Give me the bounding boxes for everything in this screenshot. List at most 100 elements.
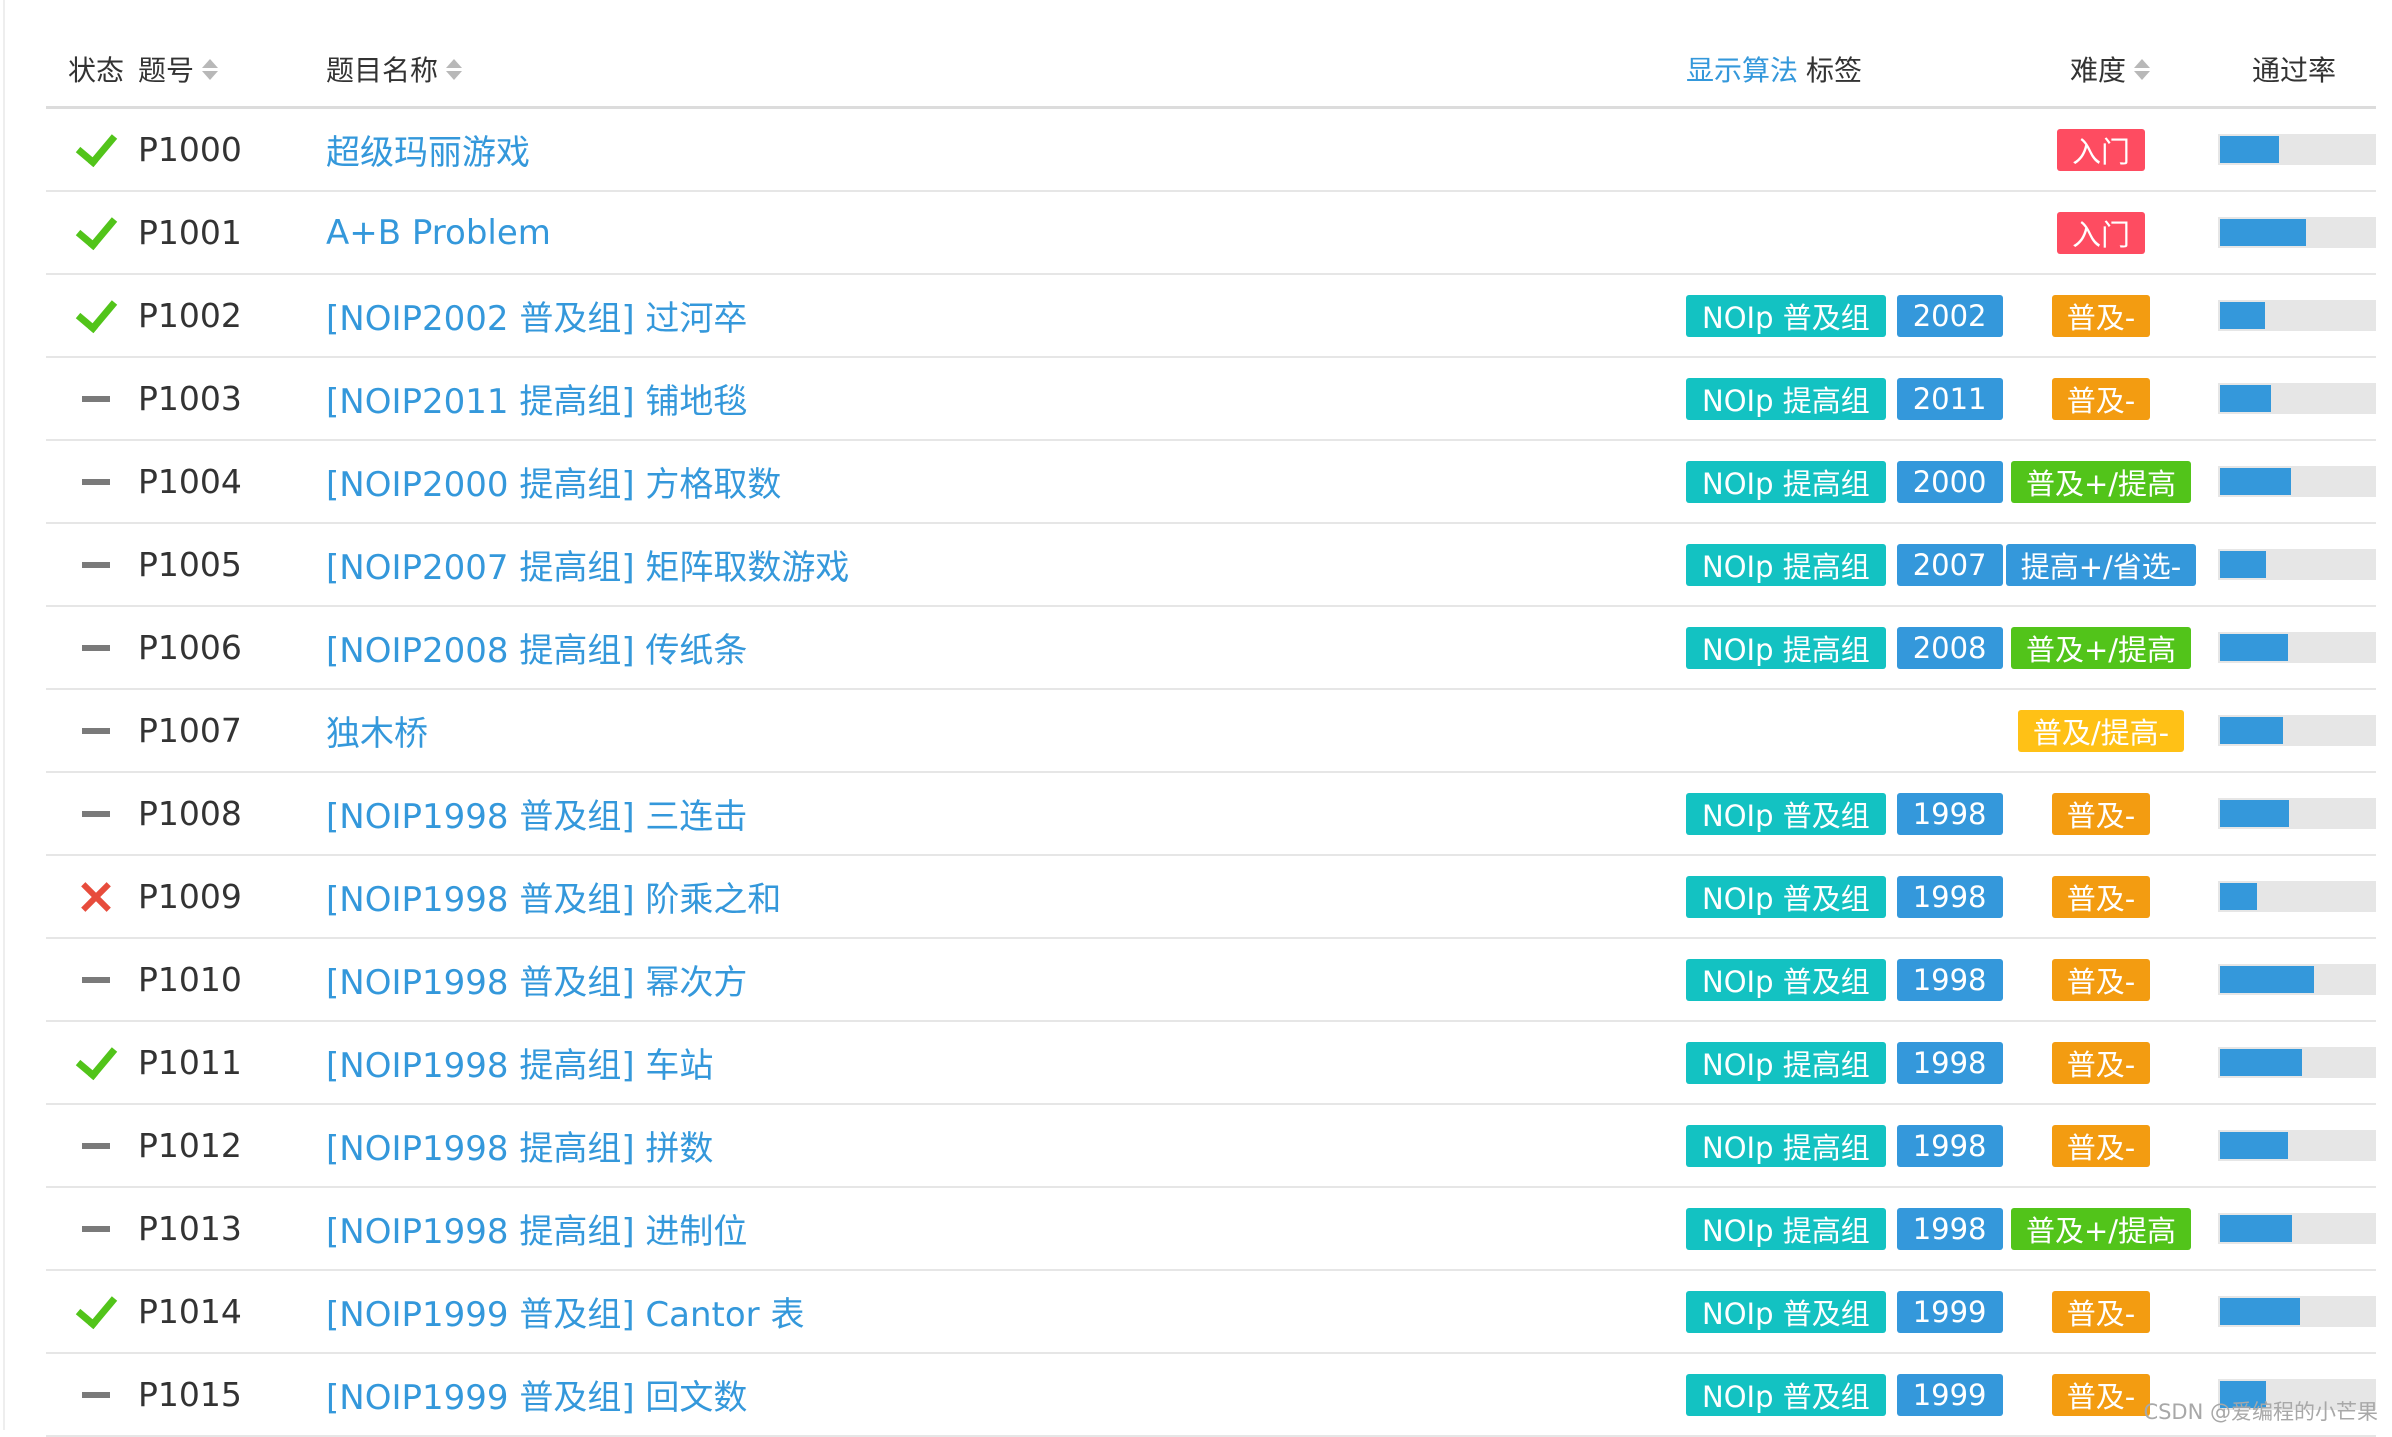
difficulty-badge[interactable]: 提高+/省选-: [2005, 543, 2197, 586]
difficulty-badge[interactable]: 普及-: [2051, 294, 2151, 337]
difficulty-badge[interactable]: 普及-: [2051, 875, 2151, 918]
problem-id: P1009: [138, 877, 242, 916]
pass-rate-fill: [2220, 302, 2265, 329]
pass-rate-bar: [2218, 549, 2376, 580]
header-tags-label: 标签: [1806, 54, 1863, 87]
problem-table: 状态 题号 题目名称 显示算法 标签 难度 通过率 P1000 超级玛丽游戏 入…: [46, 32, 2376, 1437]
table-row: P1004 [NOIP2000 提高组] 方格取数 NOIp 提高组 2000 普…: [46, 441, 2376, 524]
year-tag[interactable]: 1998: [1896, 1207, 2003, 1250]
pass-rate-fill: [2220, 1132, 2288, 1159]
dash-icon: [82, 810, 110, 817]
source-tag[interactable]: NOIp 普及组: [1686, 294, 1886, 337]
sort-icon: [446, 58, 463, 80]
year-tag[interactable]: 2002: [1896, 294, 2003, 337]
problem-title-link[interactable]: A+B Problem: [326, 192, 1626, 273]
difficulty-cell: 普及-: [2006, 856, 2196, 937]
year-tag[interactable]: 2008: [1896, 626, 2003, 669]
source-tag[interactable]: NOIp 普及组: [1686, 875, 1886, 918]
difficulty-badge[interactable]: 入门: [2056, 211, 2145, 254]
year-tag[interactable]: 2007: [1896, 543, 2003, 586]
table-row: P1007 独木桥 普及/提高-: [46, 690, 2376, 773]
year-tag[interactable]: 2000: [1896, 460, 2003, 503]
problem-id: P1008: [138, 794, 242, 833]
source-tag[interactable]: NOIp 提高组: [1686, 543, 1886, 586]
pass-rate-bar: [2218, 466, 2376, 497]
problem-title-link[interactable]: [NOIP1998 提高组] 拼数: [326, 1105, 1626, 1186]
problem-title-link[interactable]: [NOIP1998 普及组] 幂次方: [326, 939, 1626, 1020]
problem-title-link[interactable]: [NOIP1998 提高组] 进制位: [326, 1188, 1626, 1269]
header-pid-sort[interactable]: 题号: [138, 32, 219, 106]
difficulty-badge[interactable]: 普及-: [2051, 1124, 2151, 1167]
table-row: P1006 [NOIP2008 提高组] 传纸条 NOIp 提高组 2008 普及…: [46, 607, 2376, 690]
difficulty-badge[interactable]: 普及+/提高: [2010, 1207, 2192, 1250]
source-tag[interactable]: NOIp 提高组: [1686, 377, 1886, 420]
difficulty-badge[interactable]: 普及/提高-: [2017, 709, 2185, 752]
difficulty-badge[interactable]: 普及-: [2051, 958, 2151, 1001]
problem-title-link[interactable]: [NOIP1999 普及组] 回文数: [326, 1354, 1626, 1435]
difficulty-badge[interactable]: 普及-: [2051, 1373, 2151, 1416]
problem-title-link[interactable]: [NOIP2000 提高组] 方格取数: [326, 441, 1626, 522]
pass-rate-fill: [2220, 800, 2289, 827]
year-tag[interactable]: 1998: [1896, 875, 2003, 918]
difficulty-badge[interactable]: 入门: [2056, 128, 2145, 171]
year-tag[interactable]: 1998: [1896, 1041, 2003, 1084]
problem-id: P1001: [138, 213, 242, 252]
source-tag[interactable]: NOIp 提高组: [1686, 1041, 1886, 1084]
header-title-sort[interactable]: 题目名称: [326, 32, 463, 106]
table-row: P1014 [NOIP1999 普及组] Cantor 表 NOIp 普及组 19…: [46, 1271, 2376, 1354]
dash-icon: [82, 976, 110, 983]
difficulty-cell: 普及-: [2006, 1022, 2196, 1103]
problem-id: P1010: [138, 960, 242, 999]
problem-title-link[interactable]: [NOIP1998 提高组] 车站: [326, 1022, 1626, 1103]
pass-rate-bar: [2218, 134, 2376, 165]
problem-title-link[interactable]: [NOIP1998 普及组] 阶乘之和: [326, 856, 1626, 937]
status-cell: [46, 773, 146, 854]
pass-rate-fill: [2220, 219, 2306, 246]
year-tag[interactable]: 1998: [1896, 792, 2003, 835]
status-cell: [46, 856, 146, 937]
status-cell: [46, 358, 146, 439]
difficulty-badge[interactable]: 普及-: [2051, 792, 2151, 835]
year-tag[interactable]: 1999: [1896, 1373, 2003, 1416]
status-cell: [46, 192, 146, 273]
source-tag[interactable]: NOIp 提高组: [1686, 460, 1886, 503]
status-cell: [46, 1271, 146, 1352]
source-tag[interactable]: NOIp 普及组: [1686, 1290, 1886, 1333]
pass-rate-cell: [2218, 939, 2376, 1020]
problem-title-link[interactable]: 超级玛丽游戏: [326, 109, 1626, 190]
problem-title-link[interactable]: [NOIP1998 普及组] 三连击: [326, 773, 1626, 854]
problem-title-link[interactable]: [NOIP2007 提高组] 矩阵取数游戏: [326, 524, 1626, 605]
year-tag[interactable]: 2011: [1896, 377, 2003, 420]
year-tag[interactable]: 1998: [1896, 1124, 2003, 1167]
difficulty-cell: 普及-: [2006, 939, 2196, 1020]
sort-icon: [202, 58, 219, 80]
source-tag[interactable]: NOIp 普及组: [1686, 1373, 1886, 1416]
problem-title-link[interactable]: 独木桥: [326, 690, 1626, 771]
pass-rate-bar: [2218, 1047, 2376, 1078]
difficulty-badge[interactable]: 普及+/提高: [2010, 460, 2192, 503]
source-tag[interactable]: NOIp 提高组: [1686, 1124, 1886, 1167]
source-tag[interactable]: NOIp 普及组: [1686, 792, 1886, 835]
problem-title-link[interactable]: [NOIP1999 普及组] Cantor 表: [326, 1271, 1626, 1352]
problem-title-link[interactable]: [NOIP2002 普及组] 过河卒: [326, 275, 1626, 356]
source-tag[interactable]: NOIp 提高组: [1686, 1207, 1886, 1250]
status-cell: [46, 109, 146, 190]
difficulty-badge[interactable]: 普及-: [2051, 1041, 2151, 1084]
show-algorithm-link[interactable]: 显示算法: [1686, 49, 1798, 89]
problem-id: P1012: [138, 1126, 242, 1165]
problem-id: P1014: [138, 1292, 242, 1331]
problem-title-link[interactable]: [NOIP2008 提高组] 传纸条: [326, 607, 1626, 688]
year-tag[interactable]: 1998: [1896, 958, 2003, 1001]
year-tag[interactable]: 1999: [1896, 1290, 2003, 1333]
source-tag[interactable]: NOIp 普及组: [1686, 958, 1886, 1001]
source-tag[interactable]: NOIp 提高组: [1686, 626, 1886, 669]
problem-title-link[interactable]: [NOIP2011 提高组] 铺地毯: [326, 358, 1626, 439]
pass-rate-bar: [2218, 881, 2376, 912]
problem-id: P1011: [138, 1043, 242, 1082]
difficulty-badge[interactable]: 普及-: [2051, 377, 2151, 420]
status-cell: [46, 690, 146, 771]
difficulty-badge[interactable]: 普及-: [2051, 1290, 2151, 1333]
table-row: P1009 [NOIP1998 普及组] 阶乘之和 NOIp 普及组 1998 普…: [46, 856, 2376, 939]
difficulty-badge[interactable]: 普及+/提高: [2010, 626, 2192, 669]
header-difficulty-sort[interactable]: 难度: [2070, 32, 2151, 106]
